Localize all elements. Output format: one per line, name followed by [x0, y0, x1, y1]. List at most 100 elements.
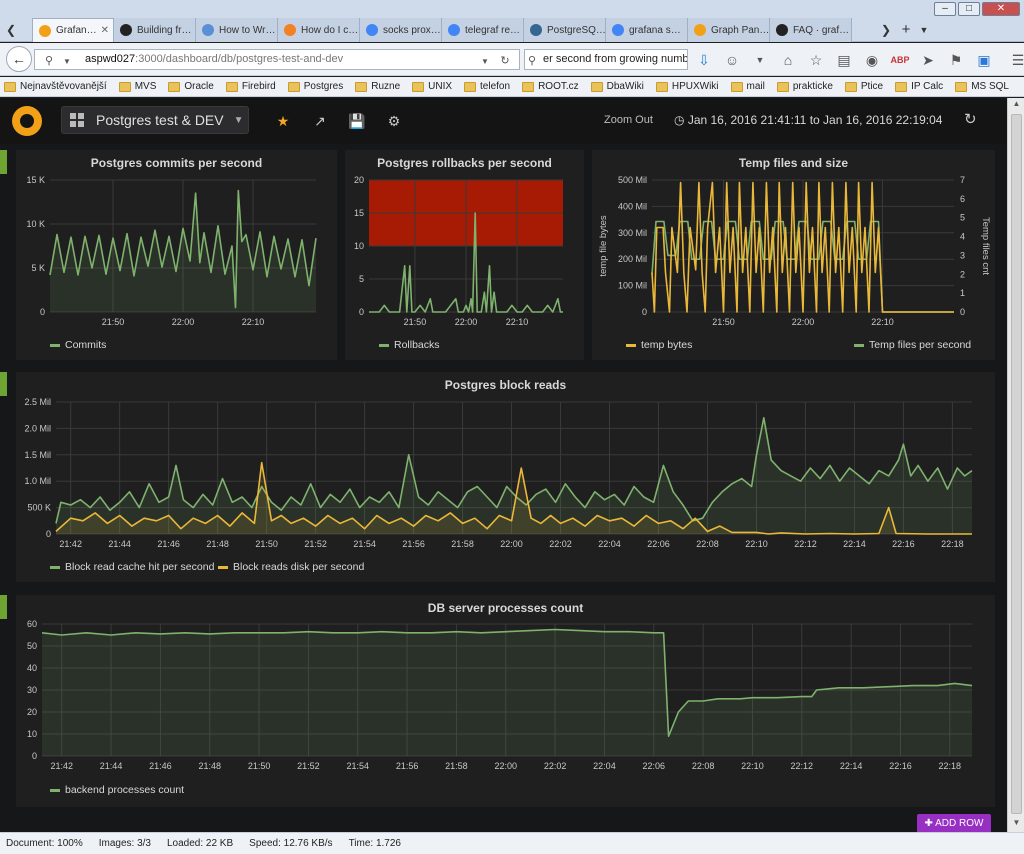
bookmark-item[interactable]: mail: [730, 81, 765, 92]
search-input[interactable]: ⚲ er second from growing number: [524, 49, 688, 70]
scroll-thumb[interactable]: [1011, 114, 1022, 814]
panel-temp-files[interactable]: 0 100 Mil 200 Mil 300 Mil 400 Mil 500 Mil 0 1 2 3…: [592, 150, 995, 360]
y2-tick-label: 7: [960, 175, 965, 185]
adblock-icon[interactable]: ABP: [890, 50, 910, 70]
browser-tab[interactable]: How to Wr…: [196, 18, 278, 42]
panel-processes[interactable]: 0 10 20 30 40 50 60 21:42 21:44 21:46 21:48 21:50 21…: [16, 595, 995, 807]
tab-list-icon[interactable]: ▼: [916, 20, 932, 40]
bookmark-item[interactable]: ROOT.cz: [522, 81, 579, 92]
dashboard-picker[interactable]: Postgres test & DEV ▼: [61, 106, 249, 134]
maximize-icon[interactable]: □: [958, 2, 980, 16]
share-icon[interactable]: ↗: [310, 111, 330, 131]
chart-svg[interactable]: 0 10 20 30 40 50 60 21:42 21:44 21:46 21:48 21:50 21…: [16, 595, 995, 807]
panel-title[interactable]: Postgres rollbacks per second: [345, 156, 584, 170]
refresh-icon[interactable]: ↻: [964, 110, 977, 128]
row-handle-2[interactable]: [0, 372, 7, 396]
folder-icon: [730, 81, 743, 92]
bookmark-item[interactable]: MVS: [118, 81, 156, 92]
panel-title[interactable]: Temp files and size: [592, 156, 995, 170]
download-icon[interactable]: ⇩: [694, 50, 714, 70]
panel-block-reads[interactable]: 0 500 K 1.0 Mil 1.5 Mil 2.0 Mil 2.5 Mil 21:42 2…: [16, 372, 995, 582]
home-icon[interactable]: ⌂: [778, 50, 798, 70]
legend-item[interactable]: Rollbacks: [379, 339, 440, 351]
bookmark-item[interactable]: Oracle: [168, 81, 214, 92]
browser-tab[interactable]: grafana s…: [606, 18, 688, 42]
panel-title[interactable]: Postgres commits per second: [16, 156, 337, 170]
menu-icon[interactable]: ☰: [1008, 50, 1024, 70]
star-icon[interactable]: ★: [273, 111, 293, 131]
chart-svg[interactable]: 0 5 10 15 20 21:50 22:00 22:10: [345, 150, 584, 360]
chart-svg[interactable]: 0 100 Mil 200 Mil 300 Mil 400 Mil 500 Mil 0 1 2 3…: [592, 150, 995, 360]
browser-tab[interactable]: telegraf re…: [442, 18, 524, 42]
scroll-up-icon[interactable]: ▲: [1010, 99, 1023, 112]
reload-icon[interactable]: ↻: [497, 52, 513, 67]
browser-tab[interactable]: Grafan… ✕: [32, 18, 114, 42]
tabs-scroll-right-icon[interactable]: ❯: [878, 20, 894, 40]
row-handle-3[interactable]: [0, 595, 7, 619]
add-row-button[interactable]: ✚ ADD ROW: [917, 814, 991, 832]
minimize-icon[interactable]: –: [934, 2, 956, 16]
scroll-down-icon[interactable]: ▼: [1010, 818, 1023, 831]
bookmark-item[interactable]: Firebird: [225, 81, 276, 92]
panel-commits[interactable]: 0 5 K 10 K 15 K 21:50 22:00 22:10 Postgres com…: [16, 150, 337, 360]
legend-item[interactable]: Commits: [50, 339, 106, 351]
bookmark-item[interactable]: Postgres: [287, 81, 343, 92]
page-scrollbar[interactable]: ▲ ▼: [1007, 98, 1024, 832]
zoom-out-button[interactable]: Zoom Out: [604, 114, 653, 126]
y-tick-label: 50: [27, 641, 37, 651]
browser-tab[interactable]: How do I c…: [278, 18, 360, 42]
url-bar[interactable]: ⚲ ▼ aspwd027:3000/dashboard/db/postgres-…: [34, 49, 520, 70]
panel-title[interactable]: Postgres block reads: [16, 378, 995, 392]
bookmark-item[interactable]: telefon: [464, 81, 510, 92]
addon-book-icon[interactable]: ▣: [974, 50, 994, 70]
url-history-icon[interactable]: ▼: [477, 52, 493, 67]
browser-tab[interactable]: FAQ · graf…: [770, 18, 852, 42]
legend-item[interactable]: Temp files per second: [854, 339, 971, 351]
legend-item[interactable]: Block read cache hit per second: [50, 561, 214, 573]
x-tick-label: 21:50: [404, 317, 427, 327]
bookmark-item[interactable]: Ruzne: [355, 81, 400, 92]
bookmark-star-icon[interactable]: ☆: [806, 50, 826, 70]
browser-tab[interactable]: Building fr…: [114, 18, 196, 42]
chart-svg[interactable]: 0 500 K 1.0 Mil 1.5 Mil 2.0 Mil 2.5 Mil 21:42 2…: [16, 372, 995, 582]
url-dropdown-icon[interactable]: ▼: [59, 52, 75, 67]
identity-icon[interactable]: ⚲: [41, 52, 57, 67]
flag-icon[interactable]: ⚑: [946, 50, 966, 70]
legend-item[interactable]: backend processes count: [50, 784, 184, 796]
bookmark-item[interactable]: Ptice: [844, 81, 883, 92]
gear-icon[interactable]: ⚙: [384, 111, 404, 131]
legend-item[interactable]: Block reads disk per second: [218, 561, 364, 573]
bookmarks-list-icon[interactable]: ▤: [834, 50, 854, 70]
bookmark-item[interactable]: MS SQL: [955, 81, 1009, 92]
legend-item[interactable]: temp bytes: [626, 339, 692, 351]
back-button[interactable]: ←: [6, 46, 32, 72]
y2-tick-label: 6: [960, 194, 965, 204]
navigation-bar: ← ⚲ ▼ aspwd027:3000/dashboard/db/postgre…: [0, 43, 1024, 76]
row-handle-1[interactable]: [0, 150, 7, 174]
x-tick-label: 21:44: [108, 539, 131, 549]
close-window-icon[interactable]: ✕: [982, 2, 1020, 16]
bookmark-item[interactable]: HPUXWiki: [655, 81, 719, 92]
grafana-logo-icon[interactable]: [12, 106, 42, 136]
save-icon[interactable]: 💾: [347, 111, 367, 131]
browser-tab[interactable]: Graph Pan…: [688, 18, 770, 42]
addon-face-icon[interactable]: ☺: [722, 50, 742, 70]
bookmark-item[interactable]: IP Calc: [895, 81, 943, 92]
tab-close-icon[interactable]: ✕: [101, 25, 109, 36]
tabs-scroll-left-icon[interactable]: ❮: [3, 20, 19, 40]
time-range-picker[interactable]: ◷ Jan 16, 2016 21:41:11 to Jan 16, 2016 …: [674, 113, 942, 127]
browser-tab[interactable]: socks prox…: [360, 18, 442, 42]
chart-svg[interactable]: 0 5 K 10 K 15 K 21:50 22:00 22:10: [16, 150, 337, 360]
pocket-icon[interactable]: ◉: [862, 50, 882, 70]
x-tick-label: 21:54: [353, 539, 376, 549]
panel-rollbacks[interactable]: 0 5 10 15 20 21:50 22:00 22:10 Postgres rollbac…: [345, 150, 584, 360]
bookmark-item[interactable]: prakticke: [776, 81, 833, 92]
browser-tab[interactable]: PostgreSQ…: [524, 18, 606, 42]
new-tab-icon[interactable]: +: [898, 20, 914, 40]
addon-dropdown-icon[interactable]: ▼: [750, 50, 770, 70]
bookmark-item[interactable]: UNIX: [412, 81, 452, 92]
bookmark-item[interactable]: DbaWiki: [590, 81, 644, 92]
panel-title[interactable]: DB server processes count: [16, 601, 995, 615]
send-icon[interactable]: ➤: [918, 50, 938, 70]
bookmark-item[interactable]: Nejnavštěvovanější: [4, 81, 107, 92]
